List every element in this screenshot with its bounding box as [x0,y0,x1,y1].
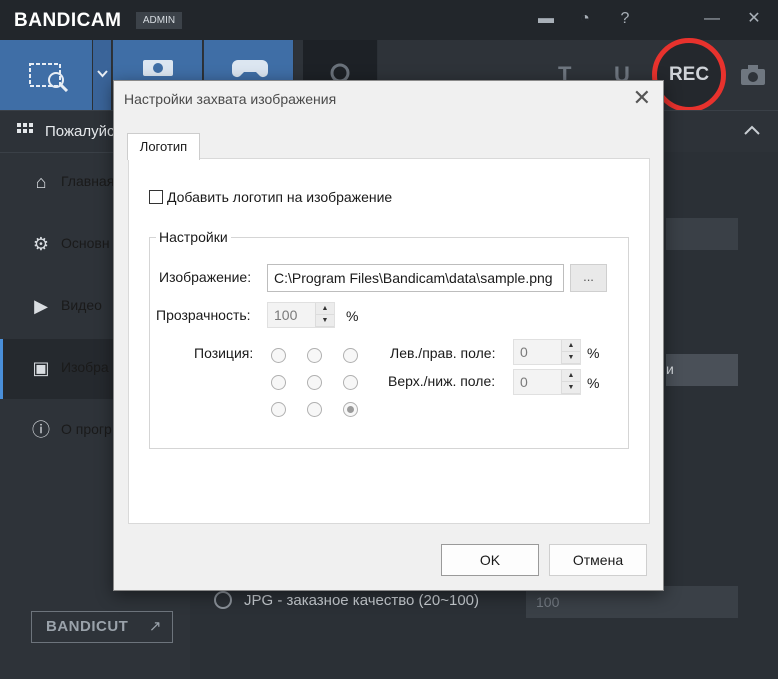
jpg-quality-label: JPG - заказное качество (20~100) [244,592,480,609]
lr-margin-label: Лев./прав. поле: [390,345,496,361]
folder-icon[interactable]: ▬ [535,8,557,30]
spin-down-icon[interactable]: ▼ [562,352,580,364]
home-icon: ⌂ [35,172,47,192]
jpg-quality-value: 100 [536,594,560,610]
sidebar-item-label: Изобра [61,359,109,375]
position-middle-center-radio[interactable] [307,375,322,390]
lr-margin-value: 0 [520,344,528,360]
mode-dropdown-button[interactable] [93,40,112,110]
spin-up-icon[interactable]: ▲ [562,340,580,352]
sidebar-item-label: Видео [61,297,102,313]
video-settings-icon: ▶ [34,296,48,316]
settings-group: Настройки Изображение: C:\Program Files\… [149,229,629,449]
position-middle-left-radio[interactable] [271,375,286,390]
jpg-quality-radio[interactable] [214,591,232,609]
position-bottom-right-radio[interactable] [343,402,358,417]
logo-tab-panel: Добавить логотип на изображение Настройк… [128,158,650,524]
close-icon[interactable]: ✕ [743,8,765,30]
spin-up-icon[interactable]: ▲ [562,370,580,382]
tab-logo[interactable]: Логотип [127,133,200,160]
position-top-center-radio[interactable] [307,348,322,363]
position-middle-right-radio[interactable] [343,375,358,390]
settings-group-label: Настройки [156,229,231,245]
sidebar-item-label: Основн [61,235,110,251]
section-title: Пожалуйс [45,123,115,140]
tb-margin-percent: % [587,375,600,391]
screen-record-mode-button[interactable] [0,40,93,110]
lr-margin-percent: % [587,345,600,361]
screenshot-camera-icon[interactable] [740,64,766,86]
sidebar-item-label: Главная [61,173,115,189]
background-button-label: и [666,361,674,377]
add-logo-label: Добавить логотип на изображение [167,189,393,205]
external-link-icon: ↗ [148,618,162,635]
position-bottom-center-radio[interactable] [307,402,322,417]
dialog-title: Настройки захвата изображения [124,91,337,107]
bandicut-label: BANDICUT [46,618,129,635]
bandicut-button[interactable]: BANDICUT ↗ [31,611,173,643]
spin-down-icon[interactable]: ▼ [562,382,580,394]
title-bar: BANDICAM ADMIN ▬ ◔ ? — ✕ [0,0,778,40]
lr-margin-spinbox[interactable]: 0 ▲ ▼ [513,339,581,365]
tb-margin-label: Верх./ниж. поле: [388,373,496,389]
transparency-spinbox[interactable]: 100 ▲ ▼ [267,302,335,328]
background-button[interactable]: и [666,354,738,386]
spin-up-icon[interactable]: ▲ [316,303,334,315]
add-logo-checkbox[interactable]: Добавить логотип на изображение [149,189,392,205]
chevron-up-icon[interactable] [744,125,760,135]
spin-down-icon[interactable]: ▼ [316,315,334,327]
gear-icon: ⚙ [32,234,50,254]
transparency-percent: % [346,308,359,324]
chevron-down-icon [97,70,108,78]
background-field [666,218,738,250]
sidebar-item-label: О прогр [61,421,112,437]
transparency-label: Прозрачность: [156,307,251,323]
checkbox-box[interactable] [149,190,163,204]
cancel-button[interactable]: Отмена [549,544,647,576]
position-label: Позиция: [194,345,254,361]
bandicam-window: BANDICAM ADMIN ▬ ◔ ? — ✕ T U REC Пожалуй… [0,0,778,679]
grid-icon [17,123,33,133]
minimize-icon[interactable]: — [701,8,723,30]
image-settings-icon: ▣ [32,358,50,378]
info-icon: ⓘ [32,420,50,440]
screen-region-icon [29,63,69,92]
tb-margin-value: 0 [520,374,528,390]
position-top-right-radio[interactable] [343,348,358,363]
position-bottom-left-radio[interactable] [271,402,286,417]
position-top-left-radio[interactable] [271,348,286,363]
transparency-value: 100 [274,307,298,323]
browse-button[interactable]: ... [570,264,607,292]
help-icon[interactable]: ? [614,8,636,30]
image-label: Изображение: [159,269,252,285]
image-path-field[interactable]: C:\Program Files\Bandicam\data\sample.pn… [267,264,564,292]
gamepad-icon [232,60,268,77]
clock-icon[interactable]: ◔ [574,8,596,30]
dialog-close-icon[interactable]: ✕ [633,87,651,109]
tb-margin-spinbox[interactable]: 0 ▲ ▼ [513,369,581,395]
app-logo: BANDICAM [14,10,122,31]
image-capture-settings-dialog: Настройки захвата изображения ✕ Логотип … [113,80,664,591]
ok-button[interactable]: OK [441,544,539,576]
admin-badge: ADMIN [136,12,182,29]
webcam-icon [143,60,173,76]
